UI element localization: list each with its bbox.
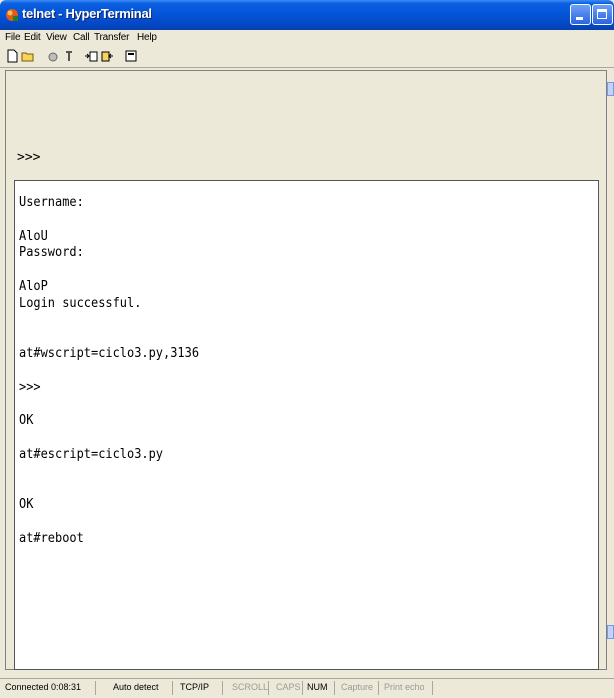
minimize-button[interactable]: [570, 4, 591, 25]
status-divider: [222, 681, 223, 695]
status-protocol: TCP/IP: [180, 682, 210, 692]
open-icon[interactable]: [21, 49, 35, 63]
status-divider: [172, 681, 173, 695]
status-divider: [432, 681, 433, 695]
receive-icon[interactable]: [100, 49, 114, 63]
menu-help[interactable]: Help: [137, 32, 157, 43]
window-title: telnet - HyperTerminal: [22, 6, 152, 21]
terminal-line: AloU: [19, 228, 48, 244]
status-print-echo: Print echo: [384, 682, 425, 692]
status-divider: [95, 681, 96, 695]
menu-transfer[interactable]: Transfer: [94, 32, 129, 43]
disconnect-icon[interactable]: [46, 49, 60, 63]
menu-bar: File Edit View Call Transfer Help: [0, 30, 614, 47]
menu-view[interactable]: View: [46, 32, 67, 43]
menu-file[interactable]: File: [5, 32, 21, 43]
terminal-line: Password:: [19, 245, 84, 261]
hyperterminal-app-icon[interactable]: [4, 7, 20, 23]
toolbar: [0, 47, 614, 67]
terminal-line: Username:: [19, 195, 84, 210]
terminal-line: at#wscript=ciclo3.py,3136: [19, 346, 200, 362]
menu-call[interactable]: Call: [73, 32, 90, 43]
title-bar[interactable]: telnet - HyperTerminal: [0, 0, 614, 30]
toolbar-separator: [0, 67, 614, 68]
terminal-screen[interactable]: Username: AloU Password: AloP Login successf…: [14, 180, 599, 670]
status-caps: CAPS: [276, 682, 301, 692]
minimize-icon: [576, 17, 583, 20]
send-icon[interactable]: [84, 49, 98, 63]
terminal-line: >>>: [19, 379, 41, 395]
call-icon[interactable]: [62, 49, 76, 63]
scroll-up-arrow-icon[interactable]: [607, 82, 614, 96]
vertical-scrollbar[interactable]: [607, 70, 614, 670]
status-detect: Auto detect: [113, 682, 159, 692]
terminal-top-prompt: >>>: [17, 150, 41, 165]
status-scroll: SCROLL: [232, 682, 269, 692]
terminal-line: at#escript=ciclo3.py: [19, 447, 164, 462]
terminal-line: OK: [19, 497, 34, 513]
status-connected: Connected 0:08:31: [5, 682, 82, 692]
status-bar: Connected 0:08:31 Auto detect TCP/IP SCR…: [0, 678, 614, 698]
terminal-line: at#reboot: [19, 531, 84, 546]
status-capture: Capture: [341, 682, 374, 692]
new-connection-icon[interactable]: [5, 49, 19, 63]
terminal-line: Login successful.: [19, 295, 142, 311]
status-divider: [378, 681, 379, 695]
maximize-button[interactable]: [592, 4, 613, 25]
maximize-icon: [597, 9, 607, 19]
menu-edit[interactable]: Edit: [24, 32, 41, 43]
status-divider: [268, 681, 269, 695]
terminal-line: AloP: [19, 279, 48, 294]
scroll-down-arrow-icon[interactable]: [607, 625, 614, 639]
status-divider: [302, 681, 303, 695]
status-num: NUM: [307, 682, 328, 692]
properties-icon[interactable]: [124, 49, 138, 63]
status-divider: [334, 681, 335, 695]
terminal-line: OK: [19, 413, 34, 429]
